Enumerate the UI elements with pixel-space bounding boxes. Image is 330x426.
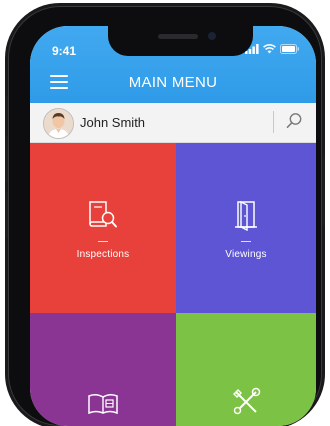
open-book-icon: [88, 393, 118, 415]
status-time: 9:41: [52, 44, 77, 58]
tile-open-book[interactable]: [30, 313, 176, 426]
tile-label: Viewings: [225, 249, 267, 260]
phone-frame: 9:41 MAIN MENU John Smith Inspections Vi…: [5, 6, 325, 426]
tile-divider: [98, 241, 108, 242]
tile-viewings[interactable]: Viewings: [176, 143, 316, 313]
book-search-icon: [89, 201, 117, 228]
avatar[interactable]: [43, 108, 74, 139]
page-title: MAIN MENU: [128, 74, 218, 91]
avatar-image: [44, 109, 73, 138]
front-camera: [208, 32, 216, 40]
divider: [273, 111, 274, 133]
speaker-grille: [158, 34, 198, 39]
power-button: [322, 156, 325, 226]
status-icons: [245, 44, 300, 54]
app-header: 9:41 MAIN MENU: [30, 26, 316, 103]
tile-label: Inspections: [76, 249, 130, 260]
notch: [108, 26, 253, 56]
battery-icon: [280, 44, 299, 54]
volume-down-button: [5, 192, 8, 238]
wifi-icon: [263, 44, 276, 54]
tile-divider: [241, 241, 251, 242]
door-icon: [235, 200, 257, 231]
tile-inspections[interactable]: Inspections: [30, 143, 176, 313]
tools-icon: [233, 387, 261, 415]
tile-tools[interactable]: [176, 313, 316, 426]
silent-switch: [5, 96, 8, 120]
phone-screen: 9:41 MAIN MENU John Smith Inspections Vi…: [30, 26, 316, 426]
user-name: John Smith: [80, 115, 146, 130]
user-bar: John Smith: [30, 103, 316, 143]
search-icon[interactable]: [284, 111, 304, 131]
volume-up-button: [5, 136, 8, 182]
